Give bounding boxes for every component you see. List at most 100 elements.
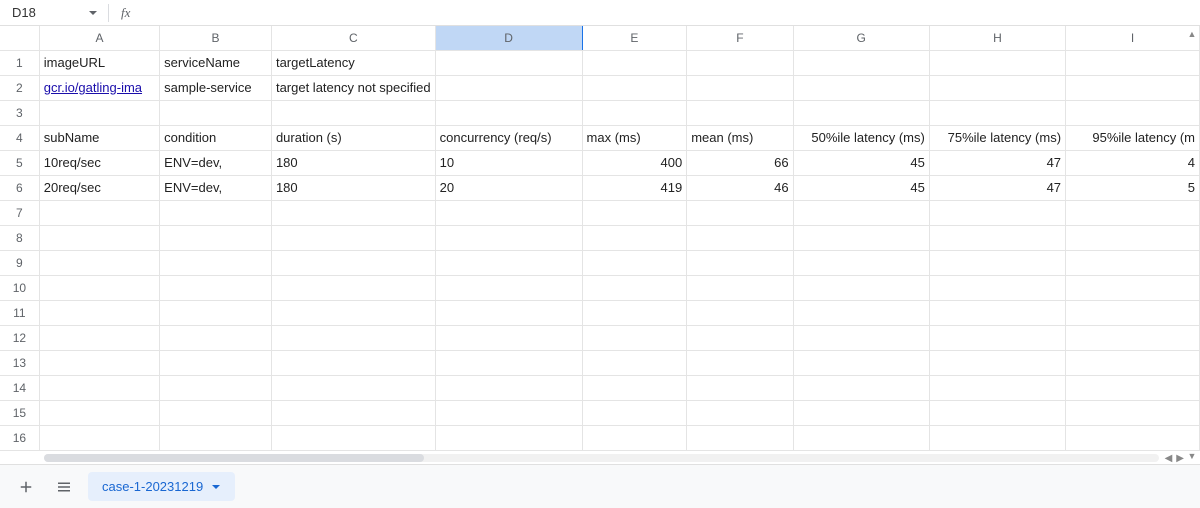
cell-D1[interactable]: [435, 50, 582, 75]
hscroll-thumb[interactable]: [44, 454, 424, 462]
cell-C16[interactable]: [271, 425, 435, 450]
cell-D15[interactable]: [435, 400, 582, 425]
column-header-E[interactable]: E: [582, 26, 687, 50]
cell-I10[interactable]: [1066, 275, 1200, 300]
cell-A16[interactable]: [39, 425, 159, 450]
cell-B5[interactable]: ENV=dev,: [160, 150, 272, 175]
cell-C10[interactable]: [271, 275, 435, 300]
cell-C7[interactable]: [271, 200, 435, 225]
cell-D10[interactable]: [435, 275, 582, 300]
cell-D6[interactable]: 20: [435, 175, 582, 200]
cell-A9[interactable]: [39, 250, 159, 275]
cell-B10[interactable]: [160, 275, 272, 300]
cell-C8[interactable]: [271, 225, 435, 250]
cell-I2[interactable]: [1066, 75, 1200, 100]
cell-link[interactable]: gcr.io/gatling-ima: [44, 80, 142, 95]
cell-D4[interactable]: concurrency (req/s): [435, 125, 582, 150]
cell-G5[interactable]: 45: [793, 150, 929, 175]
cell-B6[interactable]: ENV=dev,: [160, 175, 272, 200]
cell-E16[interactable]: [582, 425, 687, 450]
column-header-I[interactable]: I: [1066, 26, 1200, 50]
cell-H7[interactable]: [929, 200, 1065, 225]
cell-G14[interactable]: [793, 375, 929, 400]
cell-B2[interactable]: sample-service: [160, 75, 272, 100]
cell-G4[interactable]: 50%ile latency (ms): [793, 125, 929, 150]
cell-C5[interactable]: 180: [271, 150, 435, 175]
scroll-up-icon[interactable]: ▲: [1184, 26, 1200, 42]
cell-D16[interactable]: [435, 425, 582, 450]
column-header-H[interactable]: H: [929, 26, 1065, 50]
cell-I3[interactable]: [1066, 100, 1200, 125]
cell-I6[interactable]: 5: [1066, 175, 1200, 200]
cell-A6[interactable]: 20req/sec: [39, 175, 159, 200]
select-all-corner[interactable]: [0, 26, 39, 50]
cell-E1[interactable]: [582, 50, 687, 75]
cell-F15[interactable]: [687, 400, 793, 425]
cell-D9[interactable]: [435, 250, 582, 275]
cell-C4[interactable]: duration (s): [271, 125, 435, 150]
cell-E10[interactable]: [582, 275, 687, 300]
cell-F13[interactable]: [687, 350, 793, 375]
cell-I9[interactable]: [1066, 250, 1200, 275]
cell-A2[interactable]: gcr.io/gatling-ima: [39, 75, 159, 100]
row-header-10[interactable]: 10: [0, 275, 39, 300]
cell-F4[interactable]: mean (ms): [687, 125, 793, 150]
cell-B13[interactable]: [160, 350, 272, 375]
cell-C11[interactable]: [271, 300, 435, 325]
column-header-C[interactable]: C: [271, 26, 435, 50]
cell-G10[interactable]: [793, 275, 929, 300]
cell-D2[interactable]: [435, 75, 582, 100]
cell-H10[interactable]: [929, 275, 1065, 300]
cell-B16[interactable]: [160, 425, 272, 450]
row-header-3[interactable]: 3: [0, 100, 39, 125]
cell-I16[interactable]: [1066, 425, 1200, 450]
row-header-14[interactable]: 14: [0, 375, 39, 400]
cell-I12[interactable]: [1066, 325, 1200, 350]
cell-A11[interactable]: [39, 300, 159, 325]
row-header-11[interactable]: 11: [0, 300, 39, 325]
column-header-F[interactable]: F: [687, 26, 793, 50]
cell-F5[interactable]: 66: [687, 150, 793, 175]
cell-E2[interactable]: [582, 75, 687, 100]
cell-H11[interactable]: [929, 300, 1065, 325]
cell-H16[interactable]: [929, 425, 1065, 450]
cell-D12[interactable]: [435, 325, 582, 350]
cell-G16[interactable]: [793, 425, 929, 450]
name-box-dropdown[interactable]: [84, 8, 102, 18]
cell-H2[interactable]: [929, 75, 1065, 100]
cell-E8[interactable]: [582, 225, 687, 250]
row-header-8[interactable]: 8: [0, 225, 39, 250]
row-header-1[interactable]: 1: [0, 50, 39, 75]
cell-A7[interactable]: [39, 200, 159, 225]
cell-H12[interactable]: [929, 325, 1065, 350]
cell-E9[interactable]: [582, 250, 687, 275]
cell-G8[interactable]: [793, 225, 929, 250]
cell-F12[interactable]: [687, 325, 793, 350]
vscroll-track[interactable]: [1184, 42, 1200, 448]
cell-H5[interactable]: 47: [929, 150, 1065, 175]
cell-A5[interactable]: 10req/sec: [39, 150, 159, 175]
all-sheets-button[interactable]: [50, 473, 78, 501]
cell-H4[interactable]: 75%ile latency (ms): [929, 125, 1065, 150]
cell-I11[interactable]: [1066, 300, 1200, 325]
cell-B4[interactable]: condition: [160, 125, 272, 150]
cell-B9[interactable]: [160, 250, 272, 275]
cell-I14[interactable]: [1066, 375, 1200, 400]
cell-D3[interactable]: [435, 100, 582, 125]
cell-C3[interactable]: [271, 100, 435, 125]
vertical-scrollbar[interactable]: ▲ ▼: [1184, 26, 1200, 464]
cell-A8[interactable]: [39, 225, 159, 250]
name-box[interactable]: D18: [4, 3, 84, 22]
cell-H8[interactable]: [929, 225, 1065, 250]
cell-G2[interactable]: [793, 75, 929, 100]
cell-G13[interactable]: [793, 350, 929, 375]
cell-I13[interactable]: [1066, 350, 1200, 375]
row-header-6[interactable]: 6: [0, 175, 39, 200]
cell-C14[interactable]: [271, 375, 435, 400]
cell-D7[interactable]: [435, 200, 582, 225]
cell-D11[interactable]: [435, 300, 582, 325]
cell-F2[interactable]: [687, 75, 793, 100]
cell-F10[interactable]: [687, 275, 793, 300]
cell-F1[interactable]: [687, 50, 793, 75]
cell-C6[interactable]: 180: [271, 175, 435, 200]
